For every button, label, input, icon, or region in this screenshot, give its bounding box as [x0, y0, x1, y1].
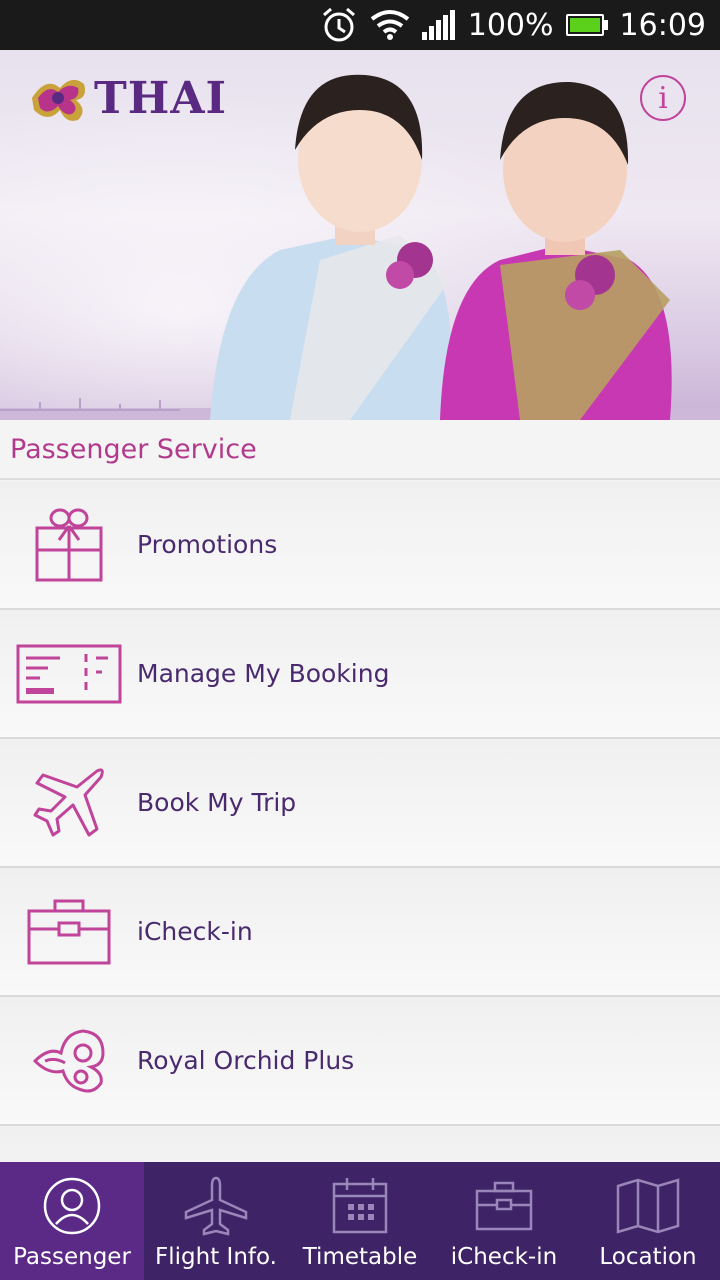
nav-tab-timetable[interactable]: Timetable: [288, 1162, 432, 1280]
signal-icon: [421, 10, 456, 40]
orchid-logo-icon: [32, 79, 85, 121]
menu-item-royal-orchid-plus[interactable]: Royal Orchid Plus: [0, 997, 720, 1126]
section-title: Passenger Service: [0, 420, 720, 480]
flight-attendants-photo: [210, 74, 672, 420]
airplane-icon: [181, 1174, 251, 1238]
nav-tab-passenger[interactable]: Passenger: [0, 1162, 144, 1280]
nav-tab-icheck-in[interactable]: iCheck-in: [432, 1162, 576, 1280]
gift-icon: [0, 481, 137, 608]
alarm-icon: [320, 6, 358, 44]
battery-icon: [565, 14, 608, 36]
nav-label: Location: [599, 1244, 697, 1270]
menu-item-partial[interactable]: [0, 1126, 720, 1162]
menu-item-label: Promotions: [137, 530, 278, 559]
airplane-icon: [0, 739, 137, 866]
nav-label: iCheck-in: [450, 1244, 558, 1270]
nav-label: Passenger: [13, 1244, 131, 1270]
nav-tab-location[interactable]: Location: [576, 1162, 720, 1280]
bottom-navigation: Passenger Flight Info. Timetable iCheck-…: [0, 1162, 720, 1280]
passenger-service-menu: Promotions Manage My Booking Book My Tri…: [0, 481, 720, 1162]
status-bar: 100% 16:09: [0, 0, 720, 50]
battery-percent: 100%: [467, 7, 554, 43]
menu-item-book-my-trip[interactable]: Book My Trip: [0, 739, 720, 868]
briefcase-icon: [0, 868, 137, 995]
menu-item-manage-my-booking[interactable]: Manage My Booking: [0, 610, 720, 739]
person-icon: [37, 1174, 107, 1238]
menu-item-promotions[interactable]: Promotions: [0, 481, 720, 610]
menu-item-label: Royal Orchid Plus: [137, 1046, 355, 1075]
nav-label: Timetable: [302, 1244, 418, 1270]
nav-label: Flight Info.: [155, 1244, 277, 1270]
menu-item-label: Book My Trip: [137, 788, 297, 817]
briefcase-icon: [469, 1174, 539, 1238]
wifi-icon: [370, 9, 410, 41]
menu-item-icheck-in[interactable]: iCheck-in: [0, 868, 720, 997]
menu-item-label: iCheck-in: [137, 917, 253, 946]
orchid-icon: [0, 997, 137, 1124]
nav-tab-flight-info[interactable]: Flight Info.: [144, 1162, 288, 1280]
map-icon: [613, 1174, 683, 1238]
clock: 16:09: [619, 7, 706, 43]
menu-item-label: Manage My Booking: [137, 659, 390, 688]
thai-logo: THAI: [26, 70, 227, 126]
ticket-icon: [0, 610, 137, 737]
calendar-icon: [325, 1174, 395, 1238]
hero-banner: THAI i: [0, 50, 720, 420]
partial-icon: [0, 1126, 137, 1162]
